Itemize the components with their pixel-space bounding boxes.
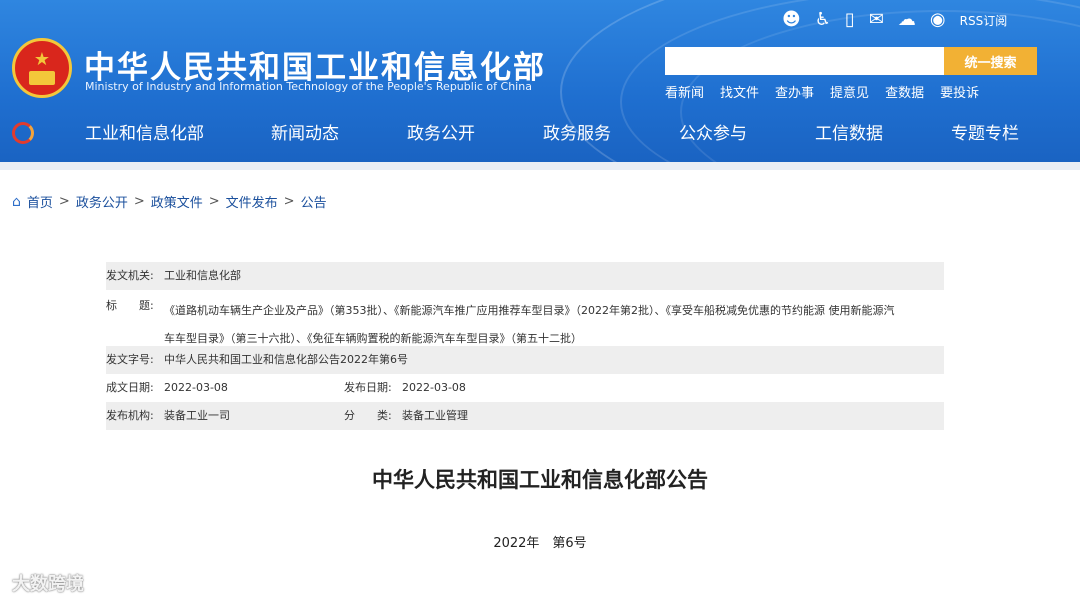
quick-link-feedback[interactable]: 提意见 [830,82,869,101]
rss-subscribe-link[interactable]: RSS订阅 [960,12,1008,29]
quick-link-services[interactable]: 查办事 [775,82,814,101]
category-label: 分 类: [344,409,392,422]
mobile-icon[interactable]: ▯ [845,9,855,31]
nav-item-ministry[interactable]: 工业和信息化部 [85,118,204,150]
quick-link-complaint[interactable]: 要投诉 [940,82,979,101]
category-value: 装备工业管理 [402,409,468,422]
top-toolbar: ☻ ♿ ▯ ✉ ☁ ◉ RSS订阅 [782,8,1007,32]
title-label: 标 题: [106,299,154,312]
header-divider [0,162,1080,170]
nav-item-government-affairs[interactable]: 政务公开 [407,118,475,150]
breadcrumb: ⌂ 首页 > 政务公开 > 政策文件 > 文件发布 > 公告 [12,192,327,212]
breadcrumb-separator: > [208,194,220,209]
home-icon[interactable]: ⌂ [12,194,21,210]
document-info-table: 发文机关: 工业和信息化部 标 题: 《道路机动车辆生产企业及产品》（第353批… [106,262,944,430]
agency-value: 装备工业一司 [164,409,230,422]
nav-item-news[interactable]: 新闻动态 [271,118,339,150]
created-date-value: 2022-03-08 [164,381,228,394]
site-subtitle: Ministry of Industry and Information Tec… [85,80,532,93]
weibo-icon[interactable]: ◉ [930,9,946,31]
document-number: 2022年 第6号 [493,536,587,551]
mail-icon[interactable]: ✉ [869,9,884,31]
emblem-star: ★ [33,49,51,70]
wechat-icon[interactable]: ☁ [898,9,916,31]
robot-assistant-icon[interactable]: ☻ [782,9,801,31]
breadcrumb-policy-files[interactable]: 政策文件 [151,192,203,211]
accessibility-icon[interactable]: ♿ [815,9,831,31]
breadcrumb-announcement[interactable]: 公告 [301,192,327,211]
info-row-issuer: 发文机关: 工业和信息化部 [106,262,944,290]
issuer-value: 工业和信息化部 [164,269,241,282]
breadcrumb-separator: > [283,194,295,209]
info-row-doc-number: 发文字号: 中华人民共和国工业和信息化部公告2022年第6号 [106,346,944,374]
created-date-label: 成文日期: [106,381,154,394]
doc-number-label: 发文字号: [106,353,154,366]
title-value: 《道路机动车辆生产企业及产品》（第353批）、《新能源汽车推广应用推荐车型目录》… [164,297,944,353]
breadcrumb-separator: > [133,194,145,209]
nav-item-data[interactable]: 工信数据 [815,118,883,150]
breadcrumb-home[interactable]: 首页 [27,192,53,211]
title-value-line: 《道路机动车辆生产企业及产品》（第353批）、《新能源汽车推广应用推荐车型目录》… [164,304,895,317]
emblem-gate [29,71,55,85]
info-row-dates: 成文日期: 2022-03-08 发布日期: 2022-03-08 [106,374,944,402]
site-header: ★ 中华人民共和国工业和信息化部 Ministry of Industry an… [0,0,1080,162]
document-heading: 中华人民共和国工业和信息化部公告 [372,468,708,492]
search-button[interactable]: 统一搜索 [944,47,1037,75]
info-row-agency: 发布机构: 装备工业一司 分 类: 装备工业管理 [106,402,944,430]
quick-link-data[interactable]: 查数据 [885,82,924,101]
published-date-value: 2022-03-08 [402,381,466,394]
nav-item-services[interactable]: 政务服务 [543,118,611,150]
quick-link-news[interactable]: 看新闻 [665,82,704,101]
quick-links: 看新闻 找文件 查办事 提意见 查数据 要投诉 [665,82,979,101]
nav-item-public-participation[interactable]: 公众参与 [679,118,747,150]
breadcrumb-government-affairs[interactable]: 政务公开 [76,192,128,211]
agency-label: 发布机构: [106,409,154,422]
published-date-label: 发布日期: [344,381,392,394]
nav-item-topics[interactable]: 专题专栏 [951,118,1019,150]
watermark: 大数跨境 [12,574,84,595]
main-nav: 工业和信息化部 新闻动态 政务公开 政务服务 公众参与 工信数据 专题专栏 [0,118,1080,150]
issuer-label: 发文机关: [106,269,154,282]
breadcrumb-separator: > [58,194,70,209]
search-input[interactable] [665,47,944,75]
national-emblem-icon[interactable]: ★ [12,38,72,98]
breadcrumb-file-release[interactable]: 文件发布 [226,192,278,211]
doc-number-value: 中华人民共和国工业和信息化部公告2022年第6号 [164,353,408,366]
info-row-title: 标 题: 《道路机动车辆生产企业及产品》（第353批）、《新能源汽车推广应用推荐… [106,290,944,346]
quick-link-files[interactable]: 找文件 [720,82,759,101]
